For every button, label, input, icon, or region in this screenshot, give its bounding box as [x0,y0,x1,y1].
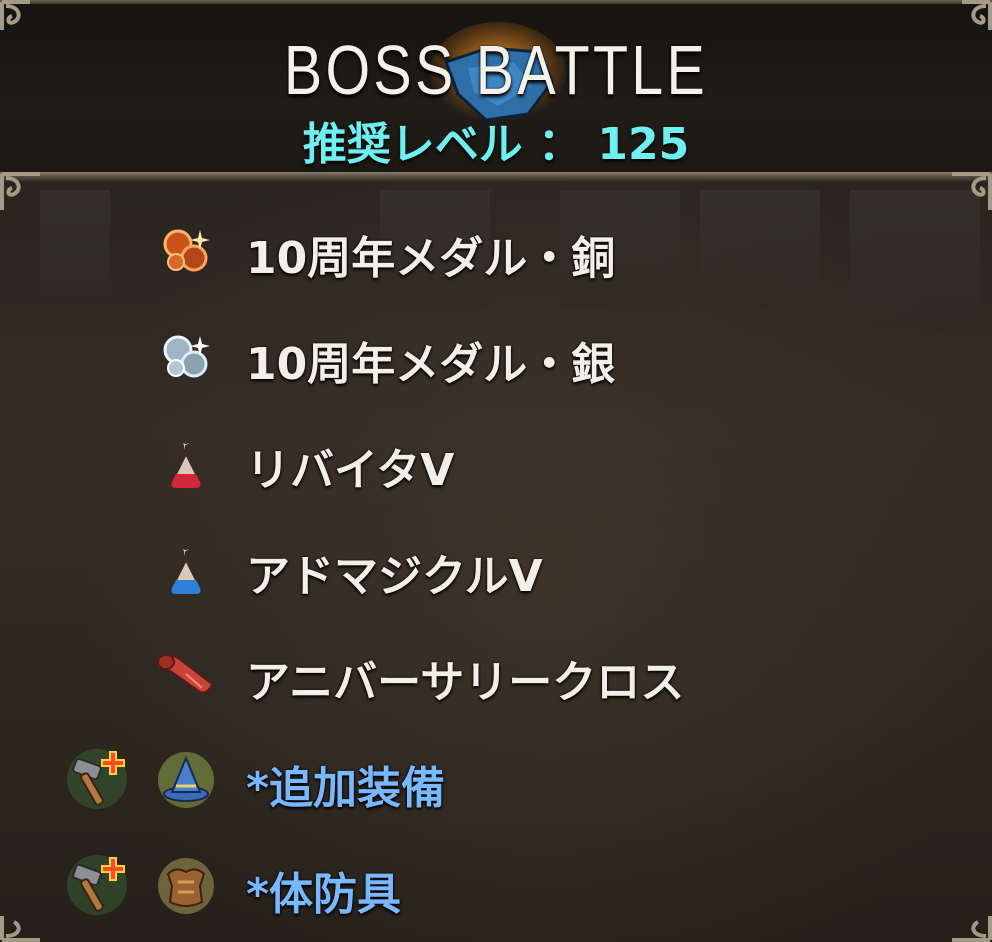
reward-item[interactable]: リバイタV [0,414,992,504]
reward-label: リバイタV [246,445,455,496]
frame-corner-icon [0,0,30,30]
reward-label: *体防具 [246,869,402,920]
reward-item[interactable]: アニバーサリークロス [0,626,992,716]
body-armor-icon [158,858,214,914]
boss-battle-title: BOSS BATTLE [283,31,709,109]
reward-label: 10周年メダル・銀 [246,339,616,390]
reward-label: *追加装備 [246,763,446,814]
cloth-icon [157,654,214,694]
recommended-level: 推奨レベル ： 125 [0,108,992,172]
hammer-plus-icon [67,749,127,809]
reward-item[interactable]: 10周年メダル・銅 [0,202,992,292]
reward-item[interactable]: *体防具 [0,838,992,928]
boss-battle-header: BOSS BATTLE 推奨レベル ： 125 [0,0,992,176]
reward-label: アニバーサリークロス [246,657,685,708]
frame-rail [0,0,992,4]
reward-label: 10周年メダル・銅 [246,233,616,284]
red-potion-icon [170,436,202,489]
reward-item[interactable]: アドマジクルV [0,520,992,610]
reward-item[interactable]: *追加装備 [0,732,992,822]
wizard-hat-icon [158,752,214,808]
reward-label: アドマジクルV [246,551,543,602]
recommended-level-value: 125 [597,119,690,170]
hammer-plus-icon [67,855,127,915]
frame-divider [0,172,992,182]
silver-medal-icon [163,335,210,378]
frame-corner-icon [962,0,992,30]
bronze-medal-icon [163,229,210,272]
reward-item[interactable]: 10周年メダル・銀 [0,308,992,398]
recommended-level-label: 推奨レベル ： [302,119,583,170]
battle-info-panel: BOSS BATTLE 推奨レベル ： 125 10周年メダル・銅 10周年メダ… [0,0,992,942]
blue-potion-icon [170,542,202,595]
